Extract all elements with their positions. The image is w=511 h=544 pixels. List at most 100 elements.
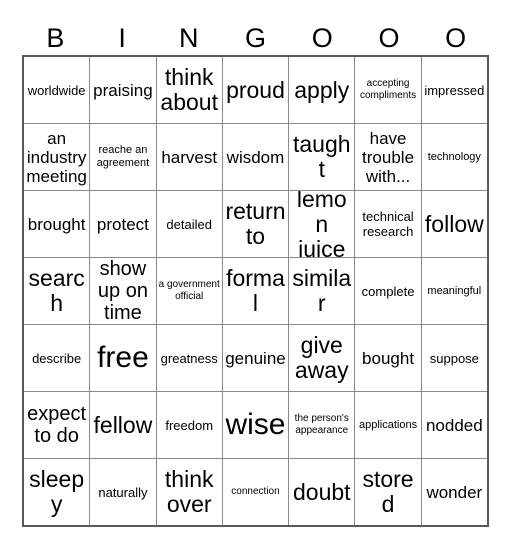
bingo-cell-r2-c3[interactable]: return to: [221, 191, 288, 257]
bingo-cell-r5-c4[interactable]: the person's appearance: [288, 392, 354, 458]
bingo-cell-label: harvest: [161, 147, 218, 167]
bingo-cell-label: follow: [424, 210, 484, 237]
bingo-cell-label: taught: [292, 131, 351, 182]
bingo-cell-label: similar: [292, 265, 352, 316]
bingo-cell-label: complete: [361, 283, 415, 299]
bingo-header: BINGOOO: [22, 22, 489, 55]
bingo-cell-r2-c5[interactable]: technical research: [354, 191, 420, 257]
bingo-cell-r1-c1[interactable]: reache an agreement: [89, 124, 155, 190]
bingo-cell-r1-c4[interactable]: taught: [288, 124, 354, 190]
bingo-cell-label: fellow: [93, 411, 153, 438]
bingo-cell-label: praising: [93, 80, 153, 100]
bingo-cell-label: the person's appearance: [294, 413, 349, 436]
bingo-cell-label: nodded: [425, 415, 483, 435]
bingo-header-letter-2: N: [179, 23, 199, 53]
bingo-cell-r0-c4[interactable]: apply: [288, 57, 354, 123]
bingo-cell-label: wise: [225, 408, 286, 441]
bingo-cell-r1-c3[interactable]: wisdom: [221, 124, 288, 190]
bingo-cell-r0-c2[interactable]: think about: [155, 57, 222, 123]
bingo-row: brought protect detailed return to lemon jui…: [24, 190, 487, 257]
bingo-cell-r4-c3[interactable]: genuine: [221, 325, 288, 391]
bingo-cell-label: technical research: [362, 209, 414, 239]
bingo-cell-label: worldwide: [27, 82, 86, 98]
bingo-cell-label: proud: [226, 76, 285, 103]
bingo-cell-r5-c1[interactable]: fellow: [89, 392, 155, 458]
bingo-cell-r3-c3[interactable]: formal: [221, 258, 288, 324]
bingo-cell-label: show up on time: [97, 258, 148, 324]
bingo-cell-label: naturally: [98, 484, 148, 500]
bingo-cell-label: impressed: [424, 82, 485, 98]
bingo-cell-r5-c5[interactable]: applications: [354, 392, 420, 458]
bingo-cell-r4-c0[interactable]: describe: [24, 325, 89, 391]
bingo-cell-r2-c0[interactable]: brought: [24, 191, 89, 257]
bingo-cell-r3-c5[interactable]: complete: [354, 258, 420, 324]
bingo-cell-label: doubt: [292, 478, 351, 505]
bingo-cell-r6-c0[interactable]: sleepy: [24, 459, 89, 525]
bingo-cell-r3-c0[interactable]: search: [24, 258, 89, 324]
bingo-cell-r2-c6[interactable]: follow: [420, 191, 487, 257]
bingo-cell-r6-c1[interactable]: naturally: [89, 459, 155, 525]
bingo-cell-r1-c0[interactable]: an industry meeting: [24, 124, 89, 190]
bingo-cell-r0-c3[interactable]: proud: [221, 57, 288, 123]
bingo-cell-r6-c6[interactable]: wonder: [420, 459, 487, 525]
bingo-cell-label: free: [97, 341, 149, 374]
bingo-cell-label: stored: [362, 466, 414, 517]
bingo-row: worldwide praising think about proud apply ac…: [24, 57, 487, 123]
bingo-cell-r4-c5[interactable]: bought: [354, 325, 420, 391]
bingo-cell-r1-c2[interactable]: harvest: [155, 124, 222, 190]
bingo-cell-label: greatness: [160, 350, 218, 366]
bingo-cell-label: return to: [225, 198, 286, 249]
bingo-cell-r3-c4[interactable]: similar: [288, 258, 354, 324]
bingo-cell-r5-c6[interactable]: nodded: [420, 392, 487, 458]
bingo-cell-label: sleepy: [29, 466, 85, 517]
bingo-cell-label: search: [28, 265, 85, 316]
bingo-row: expect to do fellow freedom wise the person'…: [24, 391, 487, 458]
bingo-cell-r2-c2[interactable]: detailed: [155, 191, 222, 257]
bingo-cell-r6-c5[interactable]: stored: [354, 459, 420, 525]
bingo-cell-r4-c6[interactable]: suppose: [420, 325, 487, 391]
bingo-cell-r5-c3[interactable]: wise: [221, 392, 288, 458]
bingo-card: B I N G O O O worldwide praising think about prou…: [22, 22, 489, 527]
bingo-cell-r0-c6[interactable]: impressed: [420, 57, 487, 123]
bingo-cell-r3-c1[interactable]: show up on time: [89, 258, 155, 324]
bingo-cell-label: applications: [359, 418, 418, 431]
bingo-cell-label: wonder: [426, 482, 483, 502]
bingo-cell-label: wisdom: [226, 147, 285, 167]
bingo-cell-label: accepting compliments: [359, 78, 417, 101]
bingo-grid: worldwide praising think about proud apply ac…: [22, 55, 489, 527]
bingo-header-letter-4: O: [311, 23, 333, 53]
bingo-cell-r6-c3[interactable]: connection: [221, 459, 288, 525]
bingo-cell-label: connection: [231, 486, 280, 497]
bingo-cell-r1-c6[interactable]: technology: [420, 124, 487, 190]
bingo-row: sleepy naturally think over connection doubt…: [24, 458, 487, 525]
bingo-cell-label: have trouble with...: [362, 128, 415, 186]
bingo-cell-label: apply: [294, 76, 350, 103]
bingo-cell-r4-c4[interactable]: give away: [288, 325, 354, 391]
bingo-cell-label: an industry meeting: [26, 128, 87, 186]
bingo-cell-r2-c4[interactable]: lemon juice: [288, 191, 354, 257]
bingo-cell-r0-c5[interactable]: accepting compliments: [354, 57, 420, 123]
bingo-cell-label: think about: [160, 64, 218, 115]
bingo-cell-r6-c4[interactable]: doubt: [288, 459, 354, 525]
bingo-cell-r5-c2[interactable]: freedom: [155, 392, 222, 458]
bingo-cell-r3-c2[interactable]: a government official: [155, 258, 222, 324]
bingo-cell-r4-c2[interactable]: greatness: [155, 325, 222, 391]
bingo-cell-r3-c6[interactable]: meaningful: [420, 258, 487, 324]
bingo-cell-label: formal: [226, 265, 285, 316]
bingo-header-letter-3: G: [245, 23, 267, 53]
bingo-cell-r6-c2[interactable]: think over: [155, 459, 222, 525]
bingo-cell-r0-c1[interactable]: praising: [89, 57, 155, 123]
bingo-header-letter-6: O: [445, 23, 467, 53]
bingo-cell-r0-c0[interactable]: worldwide: [24, 57, 89, 123]
bingo-cell-label: brought: [27, 214, 86, 234]
bingo-cell-r5-c0[interactable]: expect to do: [24, 392, 89, 458]
bingo-cell-label: think over: [164, 466, 214, 517]
bingo-cell-r4-c1[interactable]: free: [89, 325, 155, 391]
bingo-row: describe free greatness genuine give away bou…: [24, 324, 487, 391]
bingo-cell-r2-c1[interactable]: protect: [89, 191, 155, 257]
bingo-cell-label: freedom: [165, 417, 214, 433]
bingo-header-letter-5: O: [378, 23, 400, 53]
bingo-cell-label: genuine: [225, 348, 286, 368]
bingo-cell-label: bought: [362, 348, 415, 368]
bingo-cell-r1-c5[interactable]: have trouble with...: [354, 124, 420, 190]
